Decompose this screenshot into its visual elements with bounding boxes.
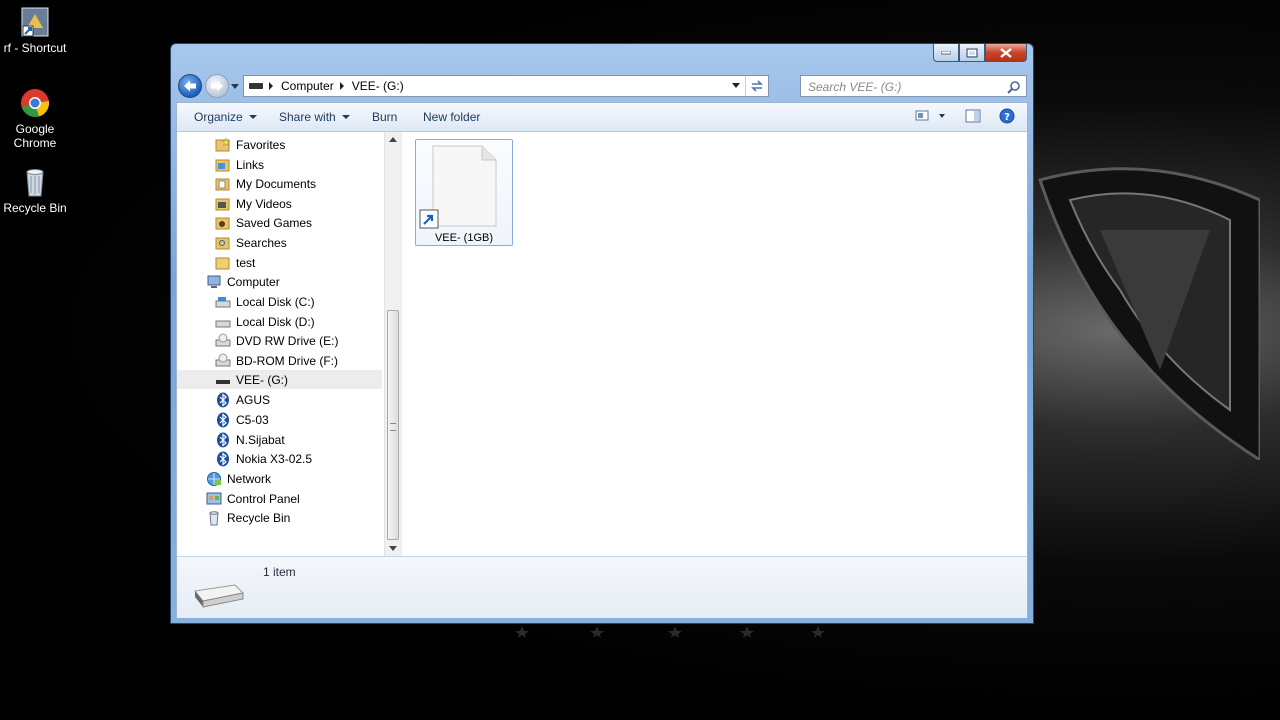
address-bar[interactable]: Computer VEE- (G:) xyxy=(243,75,769,97)
scroll-up-arrow-icon[interactable] xyxy=(389,137,397,142)
wallpaper-shield xyxy=(1038,167,1260,460)
file-item[interactable]: VEE- (1GB) xyxy=(415,139,513,246)
nav-item-my-documents[interactable]: My Documents xyxy=(215,174,316,193)
nav-item-network[interactable]: Network xyxy=(206,469,271,488)
address-dropdown-icon[interactable] xyxy=(732,83,740,88)
details-pane: 1 item xyxy=(177,556,1027,618)
links-folder-icon xyxy=(215,157,231,173)
recycle-bin-icon xyxy=(19,166,51,198)
close-button[interactable] xyxy=(985,44,1027,62)
computer-icon xyxy=(206,274,222,290)
caption-buttons xyxy=(933,44,1027,63)
search-icon[interactable] xyxy=(1007,80,1021,94)
nav-item-computer[interactable]: Computer xyxy=(206,272,280,291)
folder-icon xyxy=(215,255,231,271)
nav-item-local-disk-d[interactable]: Local Disk (D:) xyxy=(215,312,315,331)
bluetooth-icon xyxy=(215,451,231,467)
organize-button[interactable]: Organize xyxy=(194,110,257,124)
minimize-button[interactable] xyxy=(933,44,959,62)
local-disk-icon xyxy=(215,314,231,330)
chevron-right-icon xyxy=(269,82,273,90)
search-placeholder: Search VEE- (G:) xyxy=(808,80,902,94)
saved-games-folder-icon xyxy=(215,215,231,231)
nav-item-searches[interactable]: Searches xyxy=(215,233,287,252)
bluetooth-icon xyxy=(215,392,231,408)
network-icon xyxy=(206,471,222,487)
command-bar: Organize Share with Burn New folder ? xyxy=(177,103,1027,132)
chevron-down-icon xyxy=(248,115,257,119)
svg-text:?: ? xyxy=(1004,112,1010,123)
nav-scrollbar[interactable] xyxy=(384,132,402,556)
recycle-bin-icon xyxy=(206,510,222,526)
new-folder-button[interactable]: New folder xyxy=(423,110,480,124)
dvd-drive-icon xyxy=(215,333,231,349)
nav-item-control-panel[interactable]: Control Panel xyxy=(206,489,300,508)
local-disk-icon xyxy=(215,294,231,310)
wallpaper-stars xyxy=(515,626,825,638)
bd-drive-icon xyxy=(215,353,231,369)
change-view-button[interactable] xyxy=(915,109,947,126)
explorer-window: Computer VEE- (G:) Search VEE- (G:) Orga… xyxy=(170,43,1034,624)
share-with-button[interactable]: Share with xyxy=(279,110,350,124)
shortcut-app-icon xyxy=(19,6,51,38)
chrome-icon xyxy=(19,87,51,119)
maximize-button[interactable] xyxy=(959,44,985,62)
nav-item-favorites[interactable]: Favorites xyxy=(215,135,285,154)
desktop-icon-label: Recycle Bin xyxy=(3,201,67,215)
breadcrumb-drive[interactable]: VEE- (G:) xyxy=(339,79,404,93)
desktop-icon-label: rf - Shortcut xyxy=(3,41,67,55)
nav-item-vee-drive[interactable]: VEE- (G:) xyxy=(177,370,382,389)
help-icon: ? xyxy=(999,108,1015,124)
file-name: VEE- (1GB) xyxy=(434,232,494,244)
chevron-down-icon xyxy=(341,115,350,119)
removable-drive-icon xyxy=(249,83,263,89)
refresh-button[interactable] xyxy=(745,76,768,96)
searches-folder-icon xyxy=(215,235,231,251)
nav-item-my-videos[interactable]: My Videos xyxy=(215,194,292,213)
search-box[interactable]: Search VEE- (G:) xyxy=(800,75,1027,97)
help-button[interactable]: ? xyxy=(999,108,1015,127)
file-list: VEE- (1GB) xyxy=(402,132,1027,556)
nav-item-recycle-bin[interactable]: Recycle Bin xyxy=(206,508,290,527)
nav-item-links[interactable]: Links xyxy=(215,155,264,174)
nav-item-agus[interactable]: AGUS xyxy=(215,390,270,409)
scroll-down-arrow-icon[interactable] xyxy=(389,546,397,551)
nav-item-saved-games[interactable]: Saved Games xyxy=(215,213,312,232)
videos-folder-icon xyxy=(215,196,231,212)
desktop-shortcut-rf[interactable]: rf - Shortcut xyxy=(0,6,70,55)
desktop-icon-label: Google Chrome xyxy=(13,122,57,150)
nav-item-dvd-rw-drive[interactable]: DVD RW Drive (E:) xyxy=(215,331,338,350)
recent-pages-dropdown[interactable] xyxy=(231,82,239,90)
burn-button[interactable]: Burn xyxy=(372,110,397,124)
control-panel-icon xyxy=(206,491,222,507)
nav-item-test[interactable]: test xyxy=(215,253,255,272)
preview-pane-icon xyxy=(965,109,981,123)
bluetooth-icon xyxy=(215,412,231,428)
back-button[interactable] xyxy=(178,74,202,98)
documents-folder-icon xyxy=(215,176,231,192)
nav-item-bd-rom-drive[interactable]: BD-ROM Drive (F:) xyxy=(215,351,338,370)
desktop-google-chrome[interactable]: Google Chrome xyxy=(0,87,70,150)
desktop-recycle-bin[interactable]: Recycle Bin xyxy=(0,166,70,215)
refresh-icon xyxy=(751,80,763,92)
forward-button[interactable] xyxy=(205,74,229,98)
view-icon xyxy=(915,110,945,121)
preview-pane-button[interactable] xyxy=(965,109,981,126)
bluetooth-icon xyxy=(215,432,231,448)
nav-item-n-sijabat[interactable]: N.Sijabat xyxy=(215,430,285,449)
navigation-pane: Favorites Links My Documents My Videos S… xyxy=(177,132,384,556)
nav-item-c5-03[interactable]: C5-03 xyxy=(215,410,269,429)
nav-item-local-disk-c[interactable]: Local Disk (C:) xyxy=(215,292,315,311)
chevron-right-icon xyxy=(339,82,344,90)
scroll-grip-icon xyxy=(390,423,396,431)
item-count: 1 item xyxy=(263,565,296,579)
removable-drive-icon xyxy=(215,372,231,388)
breadcrumb-computer[interactable]: Computer xyxy=(269,79,334,93)
favorites-folder-icon xyxy=(215,136,231,153)
nav-item-nokia-x3[interactable]: Nokia X3-02.5 xyxy=(215,449,312,468)
removable-drive-large-icon xyxy=(194,584,245,608)
content-frame: Organize Share with Burn New folder ? Fa… xyxy=(176,102,1028,618)
shortcut-file-icon xyxy=(419,145,497,229)
